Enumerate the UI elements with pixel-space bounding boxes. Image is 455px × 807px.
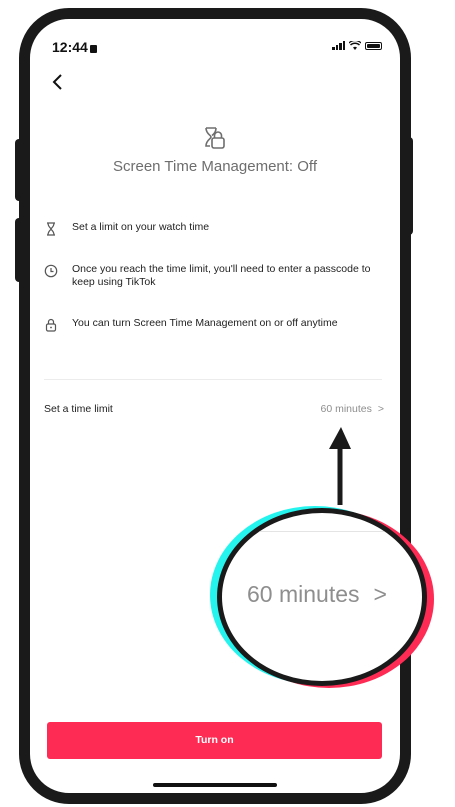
turn-on-button[interactable]: Turn on: [47, 722, 382, 759]
callout-divider: [222, 531, 422, 532]
zoom-callout: 60 minutes >: [217, 508, 427, 686]
pointer-arrow: [329, 427, 351, 505]
callout-value: 60 minutes >: [247, 581, 387, 608]
home-indicator: [153, 783, 277, 787]
phone-frame: 12:44 Screen Time Management: Off Set a …: [19, 8, 411, 804]
chevron-right-icon: >: [373, 581, 387, 607]
callout-value-text: 60 minutes: [247, 581, 360, 607]
